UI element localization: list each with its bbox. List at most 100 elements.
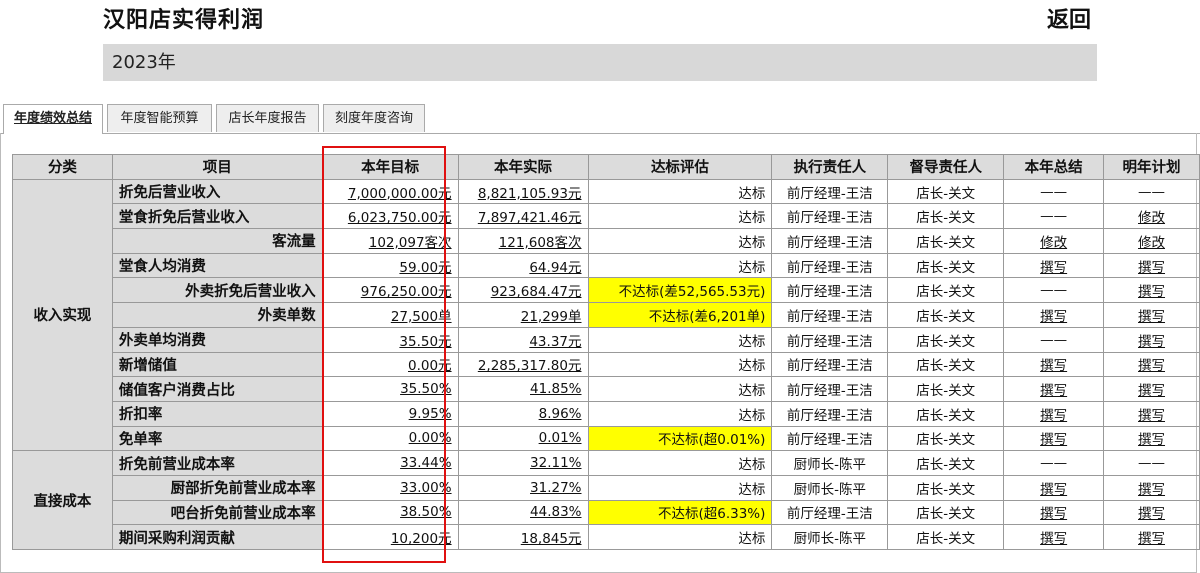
actual-value-link-cell: 64.94元 (457, 252, 589, 279)
target-value-link[interactable]: 35.50% (400, 381, 451, 397)
table-row: 外卖单均消费 35.50元 43.37元 达标 前厅经理-王洁 店长-关文 —— 撰写 (13, 326, 1200, 353)
actual-value-link[interactable]: 0.01% (539, 430, 582, 446)
summary-empty: —— (1003, 277, 1105, 304)
executor-name: 前厅经理-王洁 (771, 326, 889, 353)
table-row: 堂食人均消费 59.00元 64.94元 达标 前厅经理-王洁 店长-关文 撰写 撰写 (13, 252, 1200, 279)
target-value-link[interactable]: 0.00元 (408, 358, 452, 374)
evaluation-status: 达标 (587, 474, 773, 501)
item-label: 外卖单均消费 (111, 326, 323, 353)
evaluation-status: 达标 (587, 326, 773, 353)
evaluation-status: 达标 (587, 228, 773, 254)
actual-value-link-cell: 18,845元 (457, 524, 589, 550)
evaluation-status: 达标 (587, 376, 773, 402)
actual-value-link[interactable]: 64.94元 (529, 260, 581, 276)
item-label: 储值客户消费占比 (111, 376, 323, 402)
target-value-link[interactable]: 6,023,750.00元 (348, 210, 452, 226)
actual-value-link[interactable]: 121,608客次 (499, 235, 582, 251)
summary-action-link[interactable]: 撰写 (1040, 432, 1067, 448)
tab-annual-performance[interactable]: 年度绩效总结 (3, 104, 103, 134)
target-value-link[interactable]: 35.50元 (399, 334, 451, 350)
supervisor-name: 店长-关文 (887, 499, 1005, 526)
plan-action-link[interactable]: 撰写 (1138, 432, 1165, 448)
plan-action-link[interactable]: 修改 (1138, 235, 1165, 251)
supervisor-name: 店长-关文 (887, 277, 1005, 304)
summary-action-link[interactable]: 撰写 (1040, 260, 1067, 276)
actual-value-link-cell: 44.83% (457, 499, 589, 526)
evaluation-status: 不达标(差52,565.53元) (587, 277, 773, 304)
table-row: 厨部折免前营业成本率 33.00% 31.27% 达标 厨师长-陈平 店长-关文 撰写 撰写 (13, 474, 1200, 501)
plan-action-link[interactable]: 撰写 (1138, 506, 1165, 522)
plan-action-link[interactable]: 撰写 (1138, 531, 1165, 547)
category-cell: 直接成本 (12, 450, 113, 550)
col-header-plan: 明年计划 (1103, 154, 1200, 180)
plan-action-link[interactable]: 修改 (1138, 210, 1165, 226)
target-value-link[interactable]: 102,097客次 (369, 235, 452, 251)
actual-value-link-cell: 32.11% (457, 450, 589, 476)
supervisor-name: 店长-关文 (887, 425, 1005, 452)
actual-value-link[interactable]: 2,285,317.80元 (478, 358, 582, 374)
executor-name: 前厅经理-王洁 (771, 252, 889, 279)
actual-value-link[interactable]: 7,897,421.46元 (478, 210, 582, 226)
tab-annual-consulting[interactable]: 刻度年度咨询 (323, 104, 425, 132)
page-title: 汉阳店实得利润 (103, 8, 265, 33)
actual-value-link[interactable]: 18,845元 (521, 531, 582, 547)
plan-action-link[interactable]: 撰写 (1138, 309, 1165, 325)
actual-value-link[interactable]: 32.11% (530, 455, 581, 471)
actual-value-link[interactable]: 41.85% (530, 381, 581, 397)
summary-action-link[interactable]: 撰写 (1040, 408, 1067, 424)
target-value-link[interactable]: 976,250.00元 (361, 284, 452, 300)
evaluation-status: 达标 (587, 351, 773, 378)
target-value-link[interactable]: 7,000,000.00元 (348, 186, 452, 202)
back-button[interactable]: 返回 (1047, 2, 1091, 34)
summary-action-link[interactable]: 修改 (1040, 235, 1067, 251)
executor-name: 前厅经理-王洁 (771, 178, 889, 205)
plan-action-link[interactable]: 撰写 (1138, 408, 1165, 424)
year-selector[interactable]: 2023年 (103, 44, 1097, 81)
actual-value-link[interactable]: 44.83% (530, 504, 581, 520)
actual-value-link[interactable]: 8.96% (539, 406, 582, 422)
plan-action-link[interactable]: 撰写 (1138, 383, 1165, 399)
summary-action-link-cell: 撰写 (1003, 499, 1105, 526)
evaluation-status: 达标 (587, 524, 773, 550)
summary-action-link[interactable]: 撰写 (1040, 506, 1067, 522)
plan-action-link-cell: 修改 (1103, 228, 1200, 254)
summary-action-link[interactable]: 撰写 (1040, 531, 1067, 547)
summary-action-link-cell: 撰写 (1003, 351, 1105, 378)
target-value-link[interactable]: 27,500单 (391, 309, 452, 325)
plan-action-link[interactable]: 撰写 (1138, 482, 1165, 498)
actual-value-link[interactable]: 923,684.47元 (491, 284, 582, 300)
col-header-summary: 本年总结 (1003, 154, 1105, 180)
actual-value-link-cell: 8.96% (457, 400, 589, 427)
actual-value-link-cell: 0.01% (457, 425, 589, 452)
plan-action-link[interactable]: 撰写 (1138, 284, 1165, 300)
supervisor-name: 店长-关文 (887, 326, 1005, 353)
col-header-supervisor: 督导责任人 (887, 154, 1005, 180)
summary-action-link[interactable]: 撰写 (1040, 309, 1067, 325)
plan-action-link-cell: 撰写 (1103, 302, 1200, 328)
supervisor-name: 店长-关文 (887, 474, 1005, 501)
target-value-link[interactable]: 9.95% (409, 406, 452, 422)
actual-value-link[interactable]: 31.27% (530, 480, 581, 496)
target-value-link[interactable]: 38.50% (400, 504, 451, 520)
actual-value-link[interactable]: 8,821,105.93元 (478, 186, 582, 202)
actual-value-link[interactable]: 21,299单 (521, 309, 582, 325)
target-value-link[interactable]: 59.00元 (399, 260, 451, 276)
tab-annual-budget[interactable]: 年度智能预算 (107, 104, 212, 132)
summary-empty: —— (1003, 178, 1105, 205)
plan-action-link[interactable]: 撰写 (1138, 260, 1165, 276)
target-value-link[interactable]: 0.00% (409, 430, 452, 446)
item-label: 期间采购利润贡献 (111, 524, 323, 550)
target-value-link[interactable]: 33.44% (400, 455, 451, 471)
summary-action-link-cell: 撰写 (1003, 400, 1105, 427)
plan-action-link[interactable]: 撰写 (1138, 334, 1165, 350)
summary-action-link[interactable]: 撰写 (1040, 383, 1067, 399)
target-value-link[interactable]: 10,200元 (391, 531, 452, 547)
summary-action-link[interactable]: 撰写 (1040, 358, 1067, 374)
summary-action-link[interactable]: 撰写 (1040, 482, 1067, 498)
plan-action-link[interactable]: 撰写 (1138, 358, 1165, 374)
supervisor-name: 店长-关文 (887, 228, 1005, 254)
actual-value-link[interactable]: 43.37元 (529, 334, 581, 350)
target-value-link[interactable]: 33.00% (400, 480, 451, 496)
tab-manager-report[interactable]: 店长年度报告 (216, 104, 319, 132)
actual-value-link-cell: 2,285,317.80元 (457, 351, 589, 378)
